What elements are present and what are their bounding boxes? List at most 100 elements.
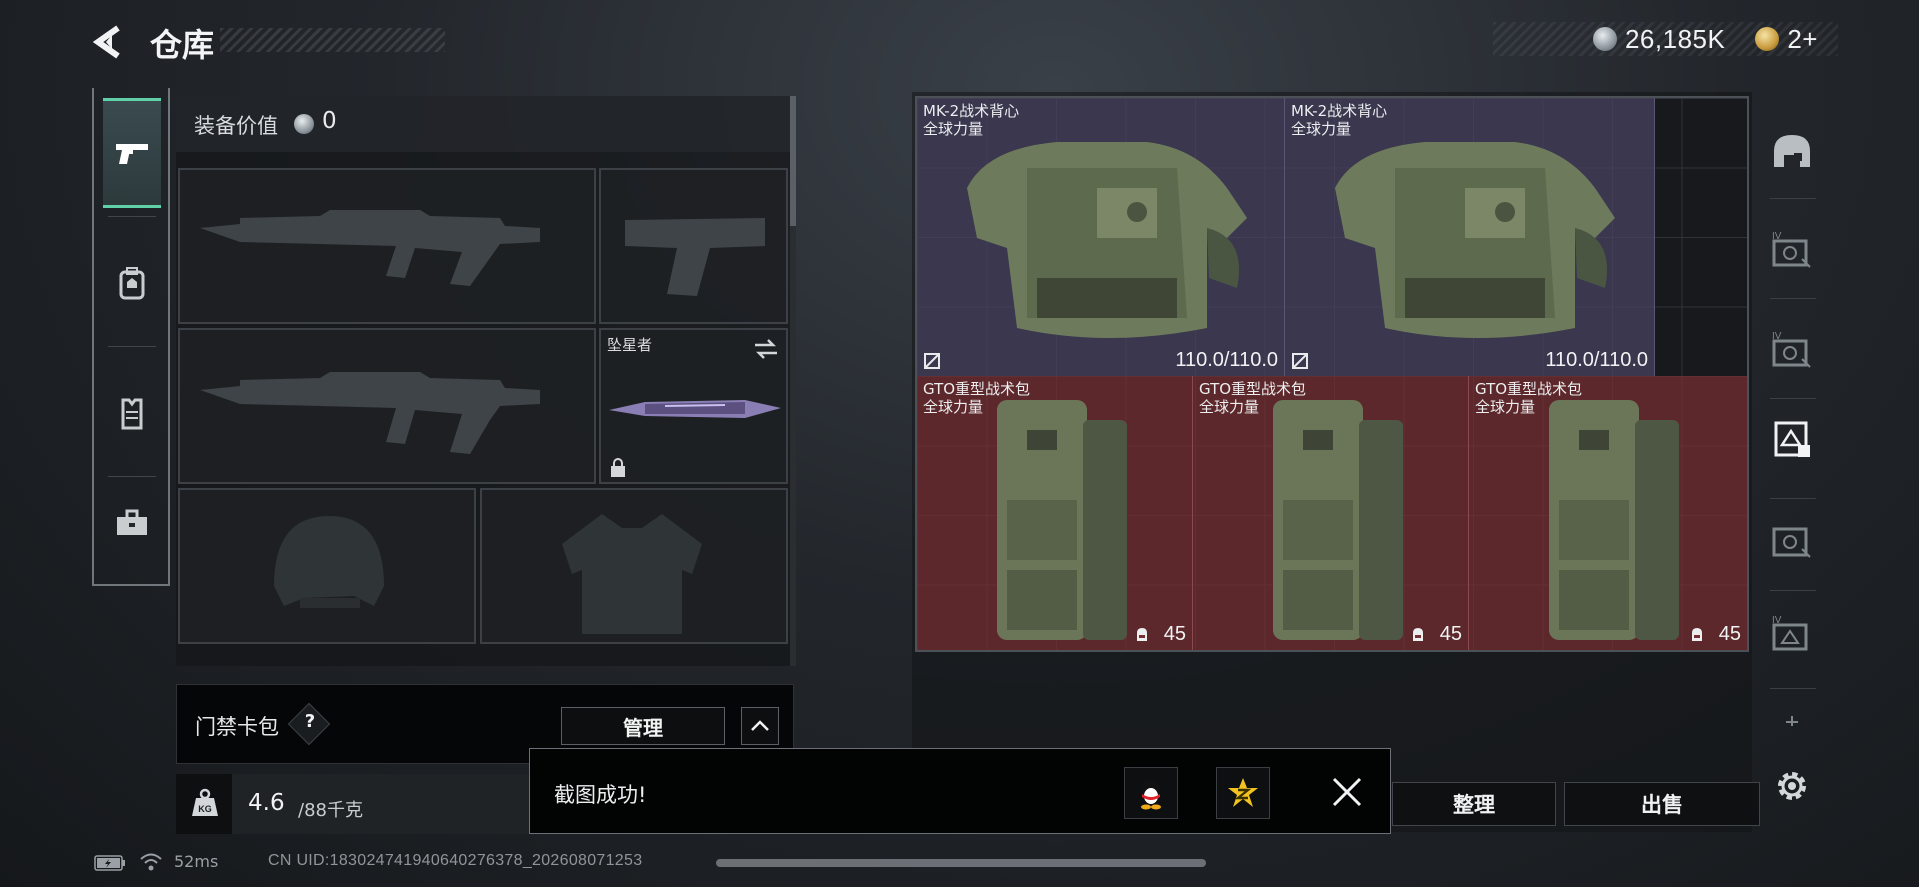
filter-armor-4[interactable]: IV bbox=[1760, 204, 1824, 294]
collapse-button[interactable] bbox=[741, 707, 779, 745]
helmet-filter-icon bbox=[1774, 135, 1810, 167]
currency-secondary-value: 2+ bbox=[1787, 23, 1818, 54]
tab-weapons[interactable] bbox=[103, 98, 161, 208]
rifle-silhouette-icon bbox=[200, 210, 540, 286]
top-bar: 仓库 26,185K 2+ bbox=[0, 0, 1919, 80]
melee-slot[interactable]: 坠星者 bbox=[599, 328, 788, 484]
svg-text:KG: KG bbox=[198, 804, 212, 814]
capacity-icon bbox=[1692, 628, 1702, 641]
knife-icon bbox=[609, 400, 781, 418]
filter-armor-5[interactable] bbox=[1760, 496, 1824, 586]
equipment-value-label: 装备价值 bbox=[194, 114, 278, 138]
vest-item[interactable]: MK-2战术背心 全球力量 110.0/110.0 bbox=[917, 98, 1285, 376]
no-trade-icon bbox=[924, 353, 940, 369]
user-uid: CN UID:183024741940640276378_20260807125… bbox=[268, 852, 643, 869]
item-capacity: 45 bbox=[1163, 623, 1186, 645]
tab-backpack[interactable] bbox=[103, 228, 161, 338]
bag-item[interactable]: GTO重型战术包 全球力量 45 bbox=[1193, 376, 1469, 650]
armor-silhouette-icon bbox=[562, 514, 702, 634]
filter-bags-4[interactable]: IV bbox=[1760, 588, 1824, 678]
no-trade-icon bbox=[1292, 353, 1308, 369]
sidearm-slot[interactable] bbox=[599, 168, 788, 324]
weight-max: /88千克 bbox=[298, 800, 363, 821]
vest-icon bbox=[121, 398, 143, 430]
capacity-icon bbox=[1413, 628, 1423, 641]
filter-vests[interactable] bbox=[1760, 394, 1824, 484]
capacity-icon bbox=[1137, 628, 1147, 641]
plus-icon bbox=[1786, 716, 1798, 726]
currency-main-value: 26,185K bbox=[1624, 23, 1726, 54]
armor-tier-icon bbox=[1772, 527, 1811, 558]
share-qzone-button[interactable] bbox=[1216, 767, 1270, 819]
qzone-icon bbox=[1228, 778, 1258, 807]
item-faction: 全球力量 bbox=[1199, 398, 1260, 416]
equipment-scrollbar-thumb[interactable] bbox=[790, 96, 796, 226]
wifi-icon bbox=[140, 853, 162, 871]
back-arrow-icon bbox=[92, 25, 120, 59]
qq-icon bbox=[1141, 779, 1161, 810]
currency-display: 26,185K 2+ bbox=[1493, 22, 1838, 56]
backpack-image-icon bbox=[1549, 400, 1679, 640]
close-icon[interactable] bbox=[1328, 773, 1366, 811]
backpack-icon bbox=[119, 267, 145, 300]
backpack-image-icon bbox=[1273, 400, 1403, 640]
storage-grid: MK-2战术背心 全球力量 110.0/110.0 MK-2战术背心 全球力量 bbox=[915, 96, 1749, 652]
primary-weapon-slot[interactable] bbox=[178, 168, 596, 324]
filter-rail: IV IV IV bbox=[1760, 96, 1824, 786]
filter-more[interactable] bbox=[1760, 688, 1824, 748]
home-indicator[interactable] bbox=[716, 859, 1206, 867]
help-icon[interactable]: ? bbox=[300, 711, 320, 732]
vest-item[interactable]: MK-2战术背心 全球力量 110.0/110.0 bbox=[1285, 98, 1655, 376]
page-title: 仓库 bbox=[150, 26, 215, 64]
ping-value: 52ms bbox=[174, 852, 219, 871]
bag-item[interactable]: GTO重型战术包 全球力量 45 bbox=[917, 376, 1193, 650]
filter-armor-4b[interactable]: IV bbox=[1760, 304, 1824, 394]
toolbox-icon bbox=[117, 509, 147, 535]
sell-button[interactable]: 出售 bbox=[1564, 782, 1760, 826]
silver-coin-icon bbox=[294, 114, 314, 134]
vest-image-icon bbox=[967, 142, 1247, 338]
weight-current: 4.6 bbox=[248, 790, 285, 816]
battery-icon bbox=[94, 855, 125, 871]
lock-icon bbox=[611, 458, 625, 477]
armor-tier-icon: IV bbox=[1772, 331, 1811, 368]
item-durability: 110.0/110.0 bbox=[1545, 349, 1648, 371]
sort-button[interactable]: 整理 bbox=[1392, 782, 1556, 826]
share-qq-button[interactable] bbox=[1124, 767, 1178, 819]
rifle-silhouette-icon bbox=[200, 372, 540, 454]
bag-tier-icon: IV bbox=[1772, 615, 1808, 651]
equipment-panel: 装备价值 0 坠星者 bbox=[176, 96, 790, 666]
category-rail bbox=[92, 88, 170, 586]
helmet-silhouette-icon bbox=[274, 516, 384, 608]
melee-name: 坠星者 bbox=[607, 336, 653, 354]
settings-gear-icon[interactable] bbox=[1772, 766, 1812, 806]
weight-bar: KG 4.6 /88千克 bbox=[176, 774, 536, 834]
manage-button[interactable]: 管理 bbox=[561, 707, 725, 745]
pistol-icon bbox=[116, 144, 148, 164]
tab-armor[interactable] bbox=[103, 358, 161, 468]
title-decoration bbox=[220, 28, 445, 52]
vest-filter-icon bbox=[1774, 421, 1810, 457]
tab-toolbox[interactable] bbox=[103, 468, 161, 578]
item-capacity: 45 bbox=[1439, 623, 1462, 645]
item-faction: 全球力量 bbox=[923, 398, 984, 416]
swap-icon[interactable] bbox=[753, 338, 779, 360]
equipment-value: 0 bbox=[322, 108, 337, 134]
helmet-slot[interactable] bbox=[178, 488, 476, 644]
filter-all[interactable] bbox=[1760, 106, 1824, 196]
back-button[interactable] bbox=[90, 22, 130, 62]
equipment-value-header: 装备价值 0 bbox=[176, 96, 790, 152]
secondary-weapon-slot[interactable] bbox=[178, 328, 596, 484]
item-capacity: 45 bbox=[1718, 623, 1741, 645]
screenshot-toast: 截图成功! bbox=[529, 748, 1391, 834]
weight-icon: KG bbox=[192, 788, 218, 816]
item-name: MK-2战术背心 bbox=[1291, 102, 1388, 120]
armor-slot[interactable] bbox=[480, 488, 788, 644]
pistol-silhouette-icon bbox=[625, 218, 765, 296]
toast-message: 截图成功! bbox=[554, 783, 647, 807]
access-card-label: 门禁卡包 bbox=[195, 715, 279, 739]
bag-item[interactable]: GTO重型战术包 全球力量 45 bbox=[1469, 376, 1747, 650]
vest-image-icon bbox=[1335, 142, 1615, 338]
silver-coin-icon bbox=[1592, 27, 1617, 51]
backpack-image-icon bbox=[997, 400, 1127, 640]
